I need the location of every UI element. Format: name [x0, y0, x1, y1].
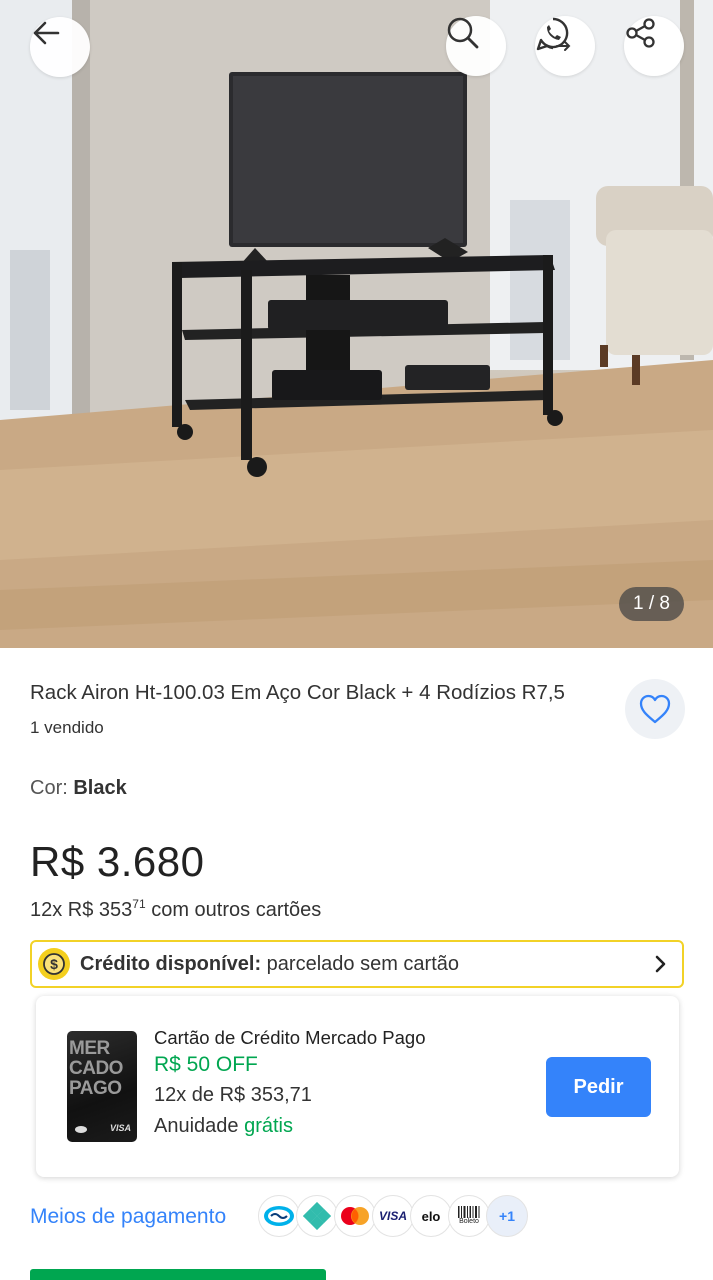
product-image-gallery[interactable]: 1 / 8	[0, 0, 713, 648]
card-text-line-3: PAGO	[69, 1078, 122, 1099]
handshake-logo-icon	[75, 1126, 87, 1133]
annuity-label: Anuidade	[154, 1115, 245, 1137]
visa-icon: VISA	[372, 1195, 414, 1237]
offer-installments: 12x de R$ 353,71	[154, 1084, 312, 1106]
elo-icon: elo	[410, 1195, 452, 1237]
installments-info: 12x R$ 35371 com outros cartões	[30, 897, 321, 922]
pix-icon	[296, 1195, 338, 1237]
offer-discount: R$ 50 OFF	[154, 1053, 258, 1076]
mastercard-icon	[334, 1195, 376, 1237]
credit-title: Crédito disponível:	[80, 952, 262, 975]
card-brand-text: MER CADO PAGO	[69, 1039, 123, 1099]
card-text-line-1: MER	[69, 1038, 110, 1059]
color-value: Black	[73, 777, 127, 799]
payment-methods-link[interactable]: Meios de pagamento	[30, 1205, 226, 1229]
whatsapp-share-button[interactable]	[535, 16, 595, 76]
credit-description: parcelado sem cartão	[261, 952, 460, 975]
share-icon	[626, 18, 655, 48]
installments-cents: 71	[132, 897, 146, 911]
credit-available-banner[interactable]: $ Crédito disponível: parcelado sem cart…	[30, 940, 684, 988]
offer-annuity: Anuidade grátis	[154, 1115, 293, 1138]
green-banner	[30, 1269, 326, 1280]
boleto-icon: Boleto	[448, 1195, 490, 1237]
image-counter: 1 / 8	[619, 587, 684, 621]
heart-icon	[639, 694, 671, 724]
annuity-value: grátis	[244, 1115, 293, 1137]
boleto-icon-text: Boleto	[459, 1218, 479, 1225]
credit-card-image: MER CADO PAGO VISA	[67, 1031, 137, 1142]
color-label: Cor:	[30, 777, 74, 799]
search-icon	[447, 17, 479, 49]
mercado-pago-icon	[258, 1195, 300, 1237]
credit-text: Crédito disponível: parcelado sem cartão	[80, 953, 459, 976]
elo-icon-text: elo	[421, 1208, 441, 1224]
installments-amount: 12x R$ 353	[30, 899, 133, 921]
mercado-pago-card-offer: MER CADO PAGO VISA Cartão de Crédito Mer…	[36, 996, 679, 1177]
product-title: Rack Airon Ht-100.03 Em Aço Cor Black + …	[30, 681, 565, 704]
product-price: R$ 3.680	[30, 838, 205, 885]
more-payment-methods-badge: +1	[486, 1195, 528, 1237]
back-button[interactable]	[30, 17, 90, 77]
card-visa-label: VISA	[109, 1123, 131, 1133]
request-card-button[interactable]: Pedir	[546, 1057, 651, 1117]
visa-icon-text: VISA	[378, 1209, 407, 1223]
arrow-left-icon	[33, 21, 60, 45]
color-selector[interactable]: Cor: Black	[30, 777, 127, 800]
coin-dollar-icon: $	[38, 948, 70, 980]
sold-count: 1 vendido	[30, 718, 104, 737]
search-button[interactable]	[446, 16, 506, 76]
card-text-line-2: CADO	[69, 1058, 123, 1079]
svg-text:$: $	[50, 956, 58, 972]
offer-title: Cartão de Crédito Mercado Pago	[154, 1027, 426, 1048]
whatsapp-icon	[536, 17, 571, 51]
product-photo	[0, 0, 713, 648]
share-button[interactable]	[624, 16, 684, 76]
installments-suffix: com outros cartões	[145, 899, 322, 921]
favorite-button[interactable]	[625, 679, 685, 739]
chevron-right-icon	[655, 955, 666, 973]
payment-methods-icons[interactable]: VISA elo Boleto +1	[258, 1195, 528, 1237]
